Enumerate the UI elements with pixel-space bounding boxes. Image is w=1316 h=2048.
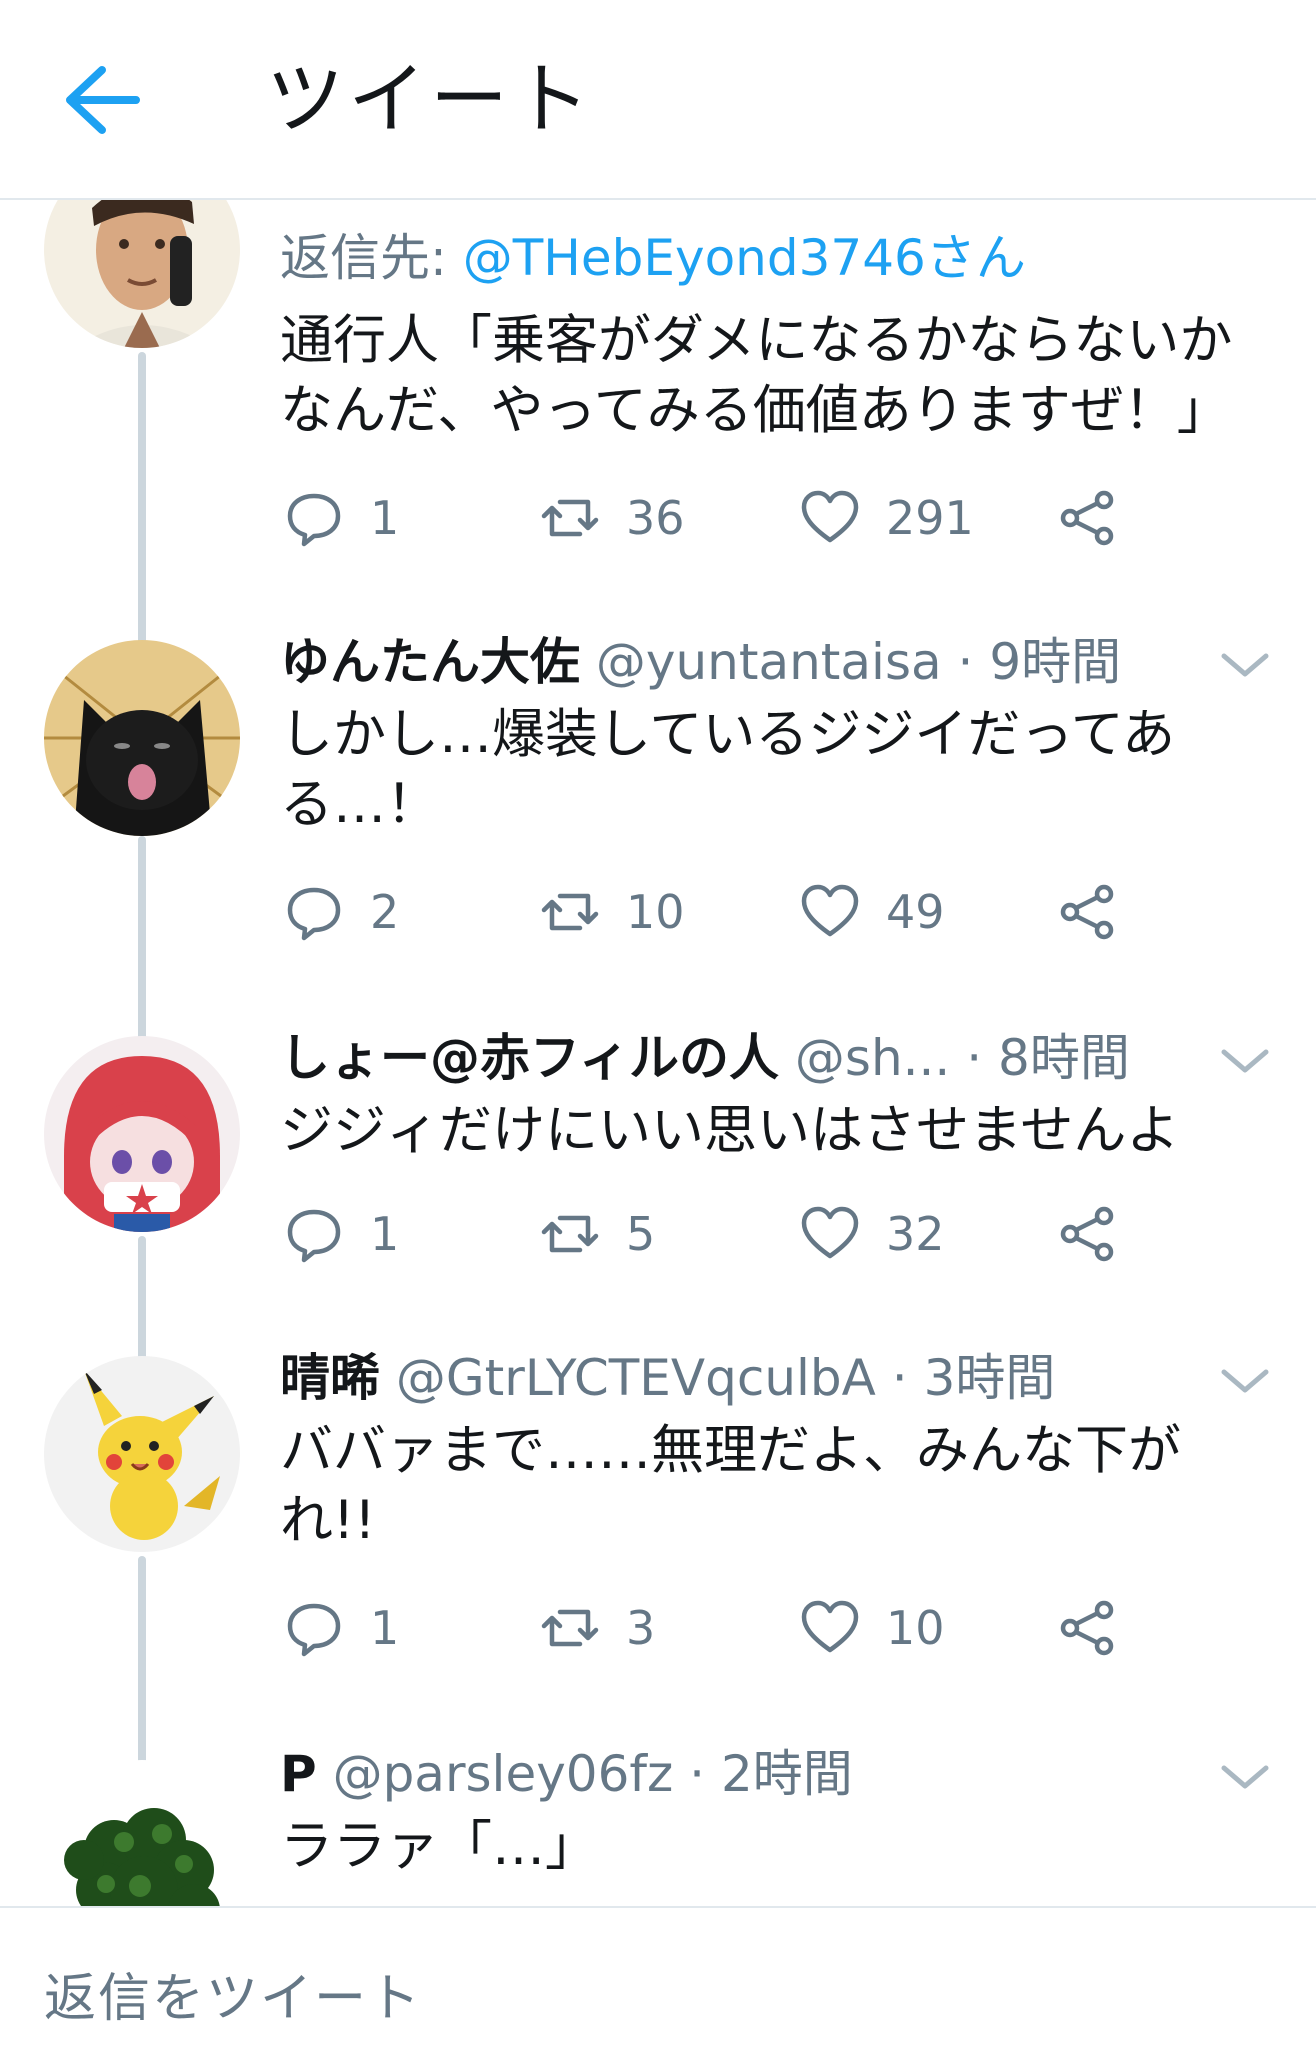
meta-separator: · xyxy=(966,1029,983,1087)
share-icon xyxy=(1060,1206,1114,1262)
reply-compose-input[interactable]: 返信をツイート xyxy=(44,1956,422,2031)
chevron-down-icon[interactable] xyxy=(1218,1042,1272,1078)
meta-separator: · xyxy=(891,1349,908,1407)
share-icon xyxy=(1060,1600,1114,1656)
retweet-button[interactable]: 5 xyxy=(540,1202,655,1266)
retweet-count: 36 xyxy=(626,491,685,545)
share-button[interactable] xyxy=(1058,486,1118,550)
reply-icon xyxy=(287,887,341,941)
retweet-button[interactable]: 3 xyxy=(540,1596,655,1660)
share-button[interactable] xyxy=(1058,1202,1118,1266)
reply-icon xyxy=(287,1209,341,1263)
like-button[interactable]: 49 xyxy=(800,880,945,944)
reply-count: 1 xyxy=(370,1207,400,1261)
reply-button[interactable]: 1 xyxy=(284,1202,399,1266)
retweet-count: 3 xyxy=(626,1601,656,1655)
reply-to-label: 返信先: xyxy=(280,229,447,287)
tweet-meta: P @parsley06fz · 2時間 xyxy=(280,1738,853,1810)
retweet-button[interactable]: 10 xyxy=(540,880,685,944)
black-cat-avatar[interactable] xyxy=(44,640,240,836)
pikachu-avatar[interactable] xyxy=(44,1356,240,1552)
like-button[interactable]: 10 xyxy=(800,1596,945,1660)
retweet-icon xyxy=(541,1609,599,1647)
tweet-time: 2時間 xyxy=(720,1745,853,1803)
app-header: ツイート xyxy=(0,0,1316,200)
page-title: ツイート xyxy=(266,55,595,145)
like-count: 291 xyxy=(886,491,974,545)
retweet-count: 10 xyxy=(626,885,685,939)
retweet-icon xyxy=(541,893,599,931)
retweet-icon xyxy=(541,1215,599,1253)
tweet-meta: ゆんたん大佐 @yuntantaisa · 9時間 xyxy=(280,626,1121,698)
share-button[interactable] xyxy=(1058,880,1118,944)
retweet-count: 5 xyxy=(626,1207,656,1261)
display-name[interactable]: ゆんたん大佐 xyxy=(280,633,580,691)
chevron-down-icon[interactable] xyxy=(1218,646,1272,682)
reply-compose-bar: 返信をツイート xyxy=(0,1906,1316,2048)
parsley-avatar[interactable] xyxy=(44,1760,240,1906)
chevron-down-icon[interactable] xyxy=(1218,1758,1272,1794)
like-button[interactable]: 32 xyxy=(800,1202,945,1266)
chevron-down-icon[interactable] xyxy=(1218,1362,1272,1398)
user-handle[interactable]: @yuntantaisa xyxy=(596,633,942,691)
heart-icon xyxy=(801,884,859,937)
reply-button[interactable]: 2 xyxy=(284,880,399,944)
user-handle[interactable]: @parsley06fz xyxy=(333,1745,674,1803)
meta-separator: · xyxy=(957,633,974,691)
retweet-icon xyxy=(541,499,599,537)
tweet-meta: 晴晞 @GtrLYCTEVqculbA · 3時間 xyxy=(280,1342,1055,1414)
like-button[interactable]: 291 xyxy=(800,486,974,550)
like-count: 32 xyxy=(886,1207,945,1261)
reply-icon xyxy=(287,1603,341,1657)
like-count: 49 xyxy=(886,885,945,939)
meta-separator: · xyxy=(689,1745,706,1803)
tweet-text: ジジィだけにいい思いはさせませんよ xyxy=(280,1100,1180,1161)
user-handle[interactable]: @sh... xyxy=(795,1029,950,1087)
tweet-time: 9時間 xyxy=(989,633,1122,691)
reply-to-line: 返信先: @THebEyond3746さん xyxy=(280,222,1026,294)
tweet-text: ババァまで……無理だよ、みんな下がれ!! xyxy=(280,1420,1181,1551)
reply-button[interactable]: 1 xyxy=(284,1596,399,1660)
retweet-button[interactable]: 36 xyxy=(540,486,685,550)
reply-count: 1 xyxy=(370,491,400,545)
man-on-phone-avatar[interactable] xyxy=(44,200,240,348)
heart-icon xyxy=(801,1600,859,1653)
reply-count: 2 xyxy=(370,885,400,939)
share-icon xyxy=(1060,490,1114,546)
share-button[interactable] xyxy=(1058,1596,1118,1660)
tweet-time: 3時間 xyxy=(923,1349,1056,1407)
tweet-time: 8時間 xyxy=(998,1029,1130,1087)
like-count: 10 xyxy=(886,1601,945,1655)
display-name[interactable]: しょー@赤フィルの人 xyxy=(280,1029,779,1087)
reply-button[interactable]: 1 xyxy=(284,486,399,550)
red-hair-girl-avatar[interactable] xyxy=(44,1036,240,1232)
arrow-left-icon[interactable] xyxy=(62,62,142,138)
reply-mention-link[interactable]: @THebEyond3746さん xyxy=(463,229,1026,287)
display-name[interactable]: 晴晞 xyxy=(280,1349,380,1407)
heart-icon xyxy=(801,1206,859,1259)
reply-feed[interactable]: 返信先: @THebEyond3746さん 通行人「乗客がダメになるかならないか… xyxy=(0,200,1316,1906)
tweet-text: しかし…爆装しているジジイだってある…！ xyxy=(280,704,1176,835)
share-icon xyxy=(1060,884,1114,940)
heart-icon xyxy=(801,490,859,543)
reply-icon xyxy=(287,493,341,547)
user-handle[interactable]: @GtrLYCTEVqculbA xyxy=(396,1349,876,1407)
display-name[interactable]: P xyxy=(280,1745,317,1803)
reply-count: 1 xyxy=(370,1601,400,1655)
tweet-text: ララァ「…」 xyxy=(280,1816,598,1877)
tweet-text: 通行人「乗客がダメになるかならないかなんだ、やってみる価値ありますぜ！」 xyxy=(280,310,1233,441)
tweet-meta: しょー@赤フィルの人 @sh... · 8時間 xyxy=(280,1022,1130,1094)
